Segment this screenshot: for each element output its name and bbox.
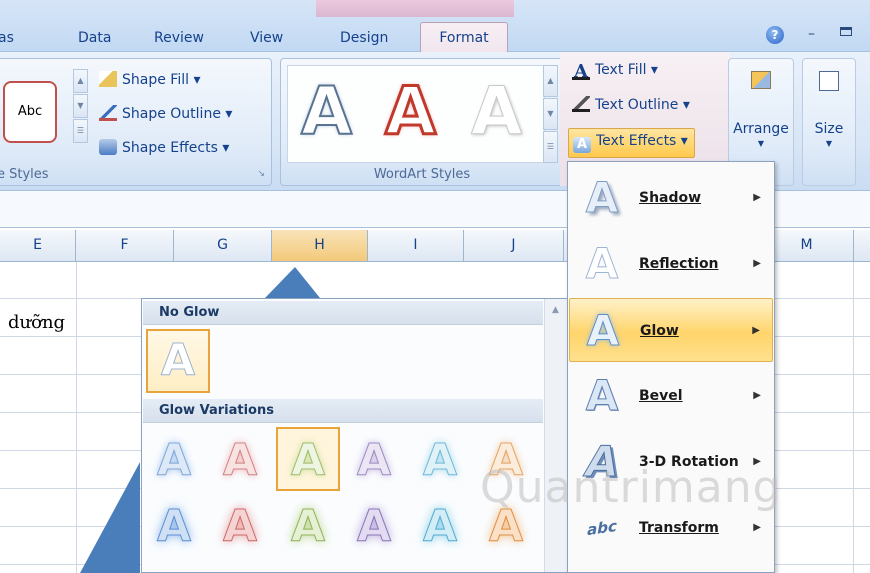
shape-effects-button[interactable]: Shape Effects ▾ — [99, 139, 229, 156]
pencil-icon — [99, 105, 117, 121]
tab-view[interactable]: View — [250, 24, 283, 52]
menu-label-shadow: Shadow — [639, 190, 702, 206]
tab-data[interactable]: Data — [78, 24, 111, 52]
shape-styles-group: Abc ▲ ▼ ☰ Shape Fill ▾ Shape Outline ▾ S… — [0, 58, 272, 186]
bevel-icon: A — [585, 371, 619, 420]
text-effects-icon: A — [573, 137, 591, 153]
menu-item-bevel[interactable]: A Bevel ▶ — [569, 364, 773, 428]
glow-variation-accent5-strong[interactable]: A — [408, 495, 472, 559]
cell-text[interactable]: dưỡng — [8, 312, 65, 333]
glow-variation-accent3[interactable]: A — [276, 427, 340, 491]
shape-style-preview[interactable]: Abc — [3, 81, 57, 143]
scroll-down-icon[interactable]: ▼ — [73, 94, 88, 118]
text-fill-button[interactable]: A Text Fill ▾ — [572, 62, 658, 81]
column-header-g[interactable]: G — [174, 230, 272, 261]
tab-design[interactable]: Design — [340, 24, 388, 52]
menu-item-shadow[interactable]: A Shadow ▶ — [569, 166, 773, 230]
menu-label-bevel: Bevel — [639, 388, 683, 404]
group-label-wordart-styles: WordArt Styles — [373, 167, 471, 182]
text-outline-icon — [572, 96, 590, 112]
glow-variation-accent1-strong[interactable]: A — [142, 495, 206, 559]
wordart-style-1[interactable]: A — [300, 76, 353, 148]
scroll-up-arrow-icon[interactable]: ▲ — [552, 305, 559, 315]
column-header-f[interactable]: F — [76, 230, 174, 261]
size-icon — [819, 71, 839, 91]
text-fill-icon: A — [572, 63, 590, 81]
scroll-up-icon[interactable]: ▲ — [73, 69, 88, 93]
column-header-e[interactable]: E — [0, 230, 76, 261]
shape-outline-button[interactable]: Shape Outline ▾ — [99, 105, 232, 122]
minimize-ribbon-icon[interactable]: – — [808, 26, 815, 42]
menu-label-glow: Glow — [640, 323, 679, 339]
tab-format[interactable]: Format — [420, 22, 508, 53]
submenu-arrow-icon: ▶ — [753, 258, 761, 269]
column-header-h[interactable]: H — [272, 230, 368, 261]
shape-outline-label: Shape Outline ▾ — [122, 106, 233, 122]
drawing-tools-context-band — [316, 0, 514, 17]
submenu-arrow-icon: ▶ — [753, 390, 761, 401]
watermark-logo: Quantrimang — [480, 462, 782, 513]
size-dropdown-icon: ▼ — [825, 139, 833, 148]
glow-gallery-panel: No Glow A Glow Variations A A A A A A A … — [141, 298, 571, 573]
shape-fill-label: Shape Fill ▾ — [122, 72, 201, 88]
size-label: Size — [814, 121, 844, 137]
wordart-styles-group: A A A ▲ ▼ ☰ WordArt Styles — [280, 58, 564, 186]
reflection-icon: A — [585, 239, 619, 288]
no-glow-option[interactable]: A — [146, 329, 210, 393]
dialog-launcher-icon[interactable]: ↘ — [257, 169, 265, 179]
gallery-more-icon[interactable]: ☰ — [543, 131, 558, 163]
more-styles-icon[interactable]: ☰ — [73, 119, 88, 143]
column-header-j[interactable]: J — [464, 230, 564, 261]
paint-bucket-icon — [99, 71, 117, 87]
shadow-icon: A — [585, 173, 619, 222]
wordart-style-3[interactable]: A — [470, 76, 522, 147]
glow-variation-accent3-strong[interactable]: A — [276, 495, 340, 559]
gallery-scroll-down-icon[interactable]: ▼ — [543, 98, 558, 130]
triangle-top — [265, 267, 320, 298]
glow-variation-accent2[interactable]: A — [208, 429, 272, 493]
text-fill-label: Text Fill ▾ — [595, 62, 658, 78]
arrange-dropdown-icon: ▼ — [757, 139, 765, 148]
menu-item-reflection[interactable]: A Reflection ▶ — [569, 232, 773, 296]
tab-review[interactable]: Review — [154, 24, 204, 52]
text-effects-button[interactable]: A Text Effects ▾ — [568, 128, 695, 158]
column-header-i[interactable]: I — [368, 230, 464, 261]
gallery-scroll-up-icon[interactable]: ▲ — [543, 65, 558, 97]
shape-fill-button[interactable]: Shape Fill ▾ — [99, 71, 200, 88]
arrange-icon — [751, 71, 771, 89]
help-icon[interactable]: ? — [766, 26, 784, 44]
glow-variation-accent5[interactable]: A — [408, 429, 472, 493]
submenu-arrow-icon: ▶ — [752, 325, 760, 336]
glow-variation-accent4[interactable]: A — [342, 429, 406, 493]
text-outline-button[interactable]: Text Outline ▾ — [572, 96, 690, 113]
menu-item-glow[interactable]: A Glow ▶ — [569, 298, 773, 362]
glow-variations-header: Glow Variations — [143, 399, 543, 423]
group-label-shape-styles: e Styles — [0, 167, 49, 182]
restore-window-icon[interactable] — [840, 27, 852, 36]
no-glow-letter: A — [160, 335, 196, 387]
glow-variation-accent4-strong[interactable]: A — [342, 495, 406, 559]
no-glow-header: No Glow — [143, 301, 543, 325]
size-group[interactable]: Size ▼ — [802, 58, 856, 186]
shape-effects-icon — [99, 139, 117, 155]
text-outline-label: Text Outline ▾ — [595, 97, 690, 113]
glow-variation-accent1[interactable]: A — [142, 429, 206, 493]
shape-effects-label: Shape Effects ▾ — [122, 140, 230, 156]
text-effects-label: Text Effects ▾ — [596, 133, 688, 149]
column-gridline — [853, 262, 854, 573]
glow-variation-accent2-strong[interactable]: A — [208, 495, 272, 559]
menu-label-reflection: Reflection — [639, 256, 719, 272]
submenu-arrow-icon: ▶ — [753, 192, 761, 203]
triangle-bottom-left — [80, 462, 140, 573]
column-gridline — [76, 262, 77, 573]
glow-icon: A — [586, 306, 620, 355]
wordart-style-2[interactable]: A — [383, 75, 437, 148]
tab-formulas[interactable]: as — [0, 24, 14, 52]
arrange-label: Arrange — [733, 121, 789, 137]
